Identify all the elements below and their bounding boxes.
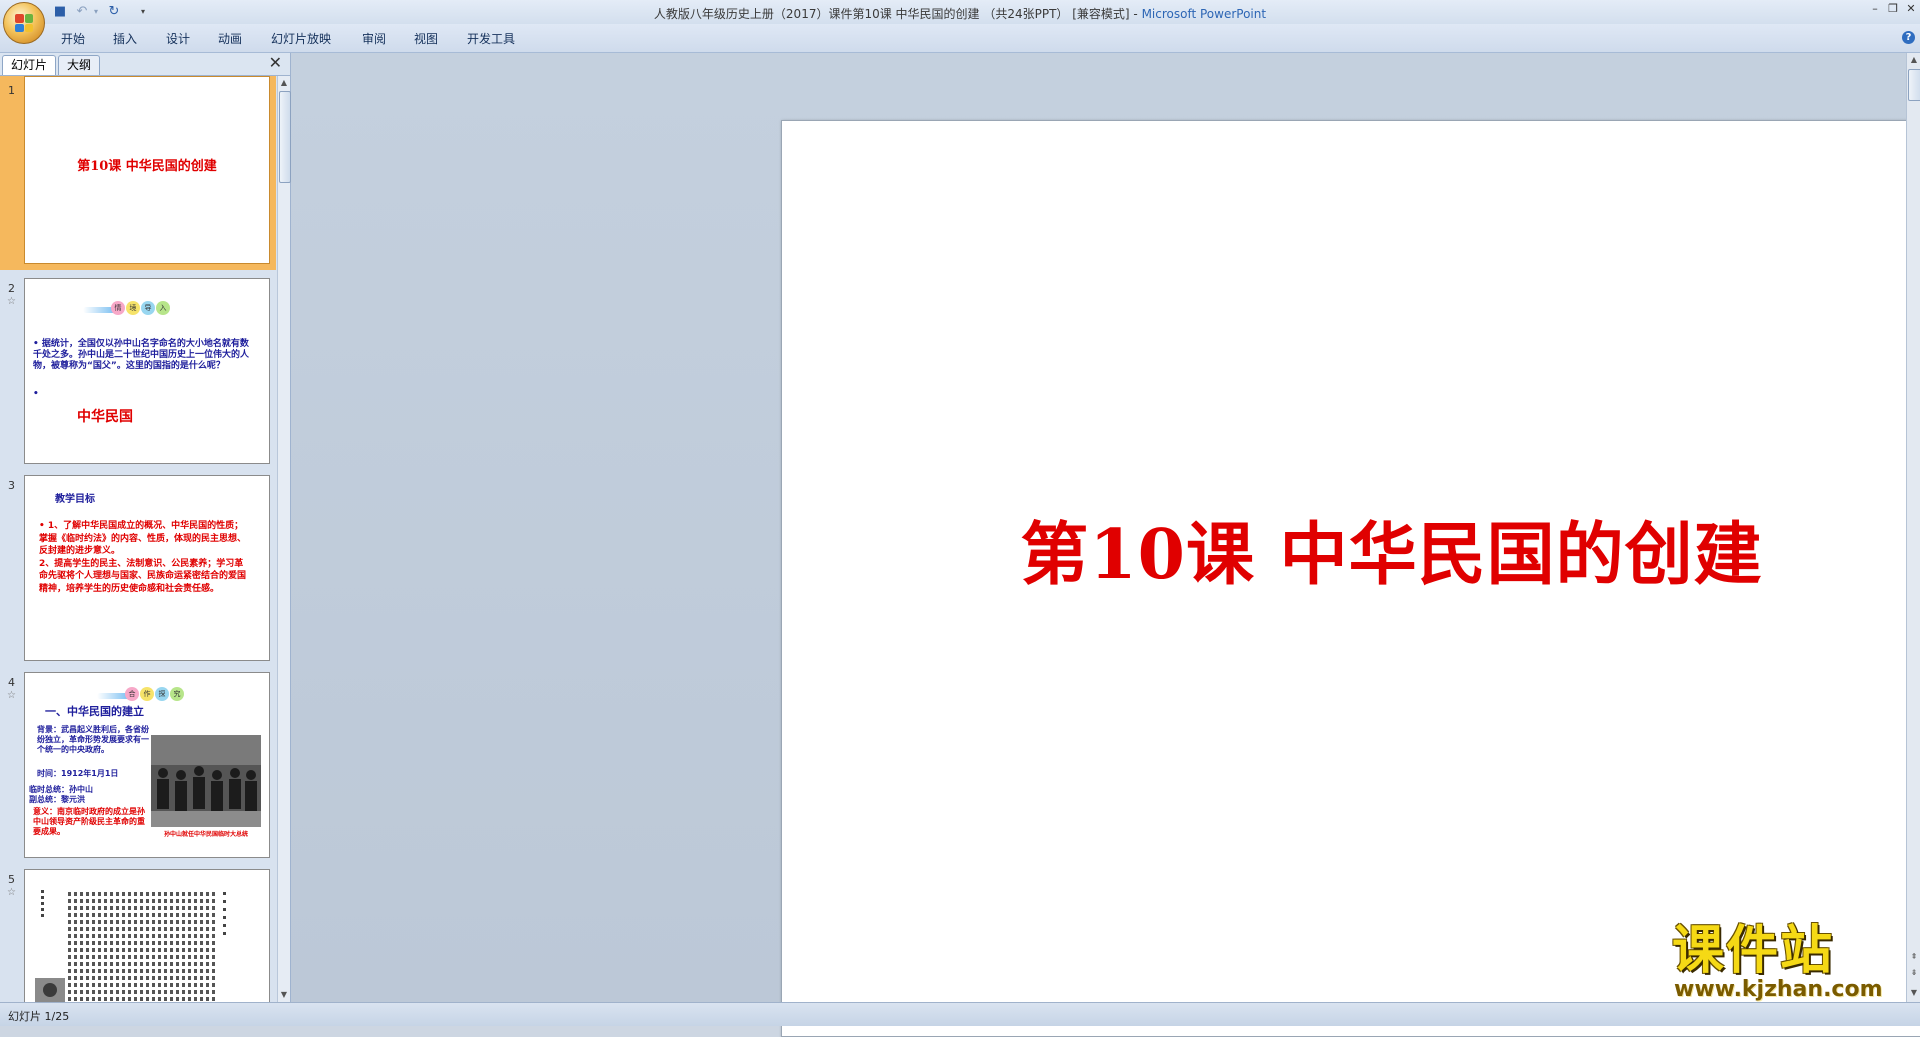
previous-slide-icon[interactable]: ⇞: [1907, 950, 1920, 964]
slide-thumbnail-row[interactable]: 5 ☆: [0, 865, 276, 1002]
panel-tabs: 幻灯片 大纲 ✕: [0, 53, 290, 76]
slide-number: 2: [8, 282, 15, 295]
slide-number: 4: [8, 676, 15, 689]
banner-char: 入: [156, 301, 170, 315]
thumb-meaning-text: 意义：南京临时政府的成立是孙中山领导资产阶级民主革命的重要成果。: [33, 807, 145, 836]
status-bar: 幻灯片 1/25: [0, 1002, 1920, 1026]
scroll-up-icon[interactable]: ▲: [278, 76, 290, 90]
slide-thumbnails: 1 第10课 中华民国的创建 2 ☆ 情 境 导 入 • 据统计，全国仅以孙中山…: [0, 76, 276, 1002]
slide-number: 3: [8, 479, 15, 492]
current-slide[interactable]: 第10课 中华民国的创建: [781, 120, 1920, 1037]
thumb-heading: 一、中华民国的建立: [45, 705, 144, 718]
banner-char: 作: [140, 687, 154, 701]
help-icon[interactable]: ?: [1902, 31, 1915, 44]
tab-developer[interactable]: 开发工具: [467, 30, 515, 47]
thumb-body-text: • 1、了解中华民国成立的概况、中华民国的性质；掌握《临时约法》的内容、性质，体…: [39, 521, 247, 594]
thumb-photo-caption: 孙中山就任中华民国临时大总统: [163, 831, 248, 838]
slide-thumbnail-1[interactable]: 第10课 中华民国的创建: [24, 76, 270, 264]
office-button[interactable]: [3, 2, 45, 44]
animation-star-icon: ☆: [7, 887, 16, 898]
slide-thumbnail-2[interactable]: 情 境 导 入 • 据统计，全国仅以孙中山名字命名的大小地名就有数千处之多。孙中…: [24, 278, 270, 464]
thumb-bullet: •: [33, 389, 39, 399]
scroll-thumb[interactable]: [1908, 69, 1920, 101]
title-bar: ■ ↶ ▾ ↻ ▾ 人教版八年级历史上册（2017）课件第10课 中华民国的创建…: [0, 0, 1920, 25]
watermark-title: 课件站: [1672, 921, 1835, 981]
slide-counter: 幻灯片 1/25: [8, 1010, 70, 1023]
close-icon[interactable]: ✕: [1902, 2, 1920, 16]
thumb-title: 第10课 中华民国的创建: [77, 159, 217, 174]
banner-char: 合: [125, 687, 139, 701]
slide-title[interactable]: 第10课 中华民国的创建: [782, 499, 1920, 598]
banner-char: 究: [170, 687, 184, 701]
document-title: 人教版八年级历史上册（2017）课件第10课 中华民国的创建 （共24张PPT）…: [653, 7, 1142, 21]
banner-char: 探: [155, 687, 169, 701]
watermark-logo: 课件站 www.kjzhan.com: [1672, 921, 1902, 1002]
banner-char: 情: [111, 301, 125, 315]
tab-outline[interactable]: 大纲: [58, 55, 101, 75]
restore-icon[interactable]: ❐: [1884, 2, 1902, 16]
banner-char: 境: [126, 301, 140, 315]
thumb-body-text: • 据统计，全国仅以孙中山名字命名的大小地名就有数千处之多。孙中山是二十世纪中国…: [33, 339, 250, 371]
tab-home[interactable]: 开始: [61, 30, 85, 47]
tab-review[interactable]: 审阅: [362, 30, 386, 47]
animation-star-icon: ☆: [7, 296, 16, 307]
scroll-thumb[interactable]: [279, 91, 291, 183]
slide-number: 1: [8, 84, 15, 97]
slide-editor: 第10课 中华民国的创建: [291, 53, 1920, 1037]
scroll-up-icon[interactable]: ▲: [1907, 53, 1920, 67]
slide-thumbnail-row[interactable]: 4 ☆ 合 作 探 究 一、中华民国的建立 背景：武昌起义胜利后，各省纷纷独立，…: [0, 668, 276, 860]
scroll-down-icon[interactable]: ▼: [1907, 986, 1920, 1000]
thumb-background-text: 背景：武昌起义胜利后，各省纷纷独立，革命形势发展要求有一个统一的中央政府。: [37, 725, 149, 754]
close-icon[interactable]: ✕: [269, 55, 282, 71]
tab-slides[interactable]: 幻灯片: [2, 55, 57, 75]
thumb-heading: 教学目标: [55, 494, 95, 505]
document-scan-image: [25, 870, 269, 1002]
editor-scrollbar[interactable]: ▲ ⇞ ⇟ ▼: [1906, 53, 1920, 1002]
slide-thumbnail-4[interactable]: 合 作 探 究 一、中华民国的建立 背景：武昌起义胜利后，各省纷纷独立，革命形势…: [24, 672, 270, 858]
thumb-photo: [151, 735, 261, 827]
slide-thumbnail-3[interactable]: 教学目标 • 1、了解中华民国成立的概况、中华民国的性质；掌握《临时约法》的内容…: [24, 475, 270, 661]
tab-insert[interactable]: 插入: [113, 30, 137, 47]
thumb-time-text: 时间：1912年1月1日: [37, 769, 119, 778]
app-name: Microsoft PowerPoint: [1141, 7, 1267, 21]
animation-star-icon: ☆: [7, 690, 16, 701]
section-banner: 情 境 导 入: [111, 301, 170, 315]
office-logo-icon: [15, 14, 33, 32]
tab-slideshow[interactable]: 幻灯片放映: [271, 30, 331, 47]
banner-char: 导: [141, 301, 155, 315]
slide-thumbnail-row[interactable]: 3 教学目标 • 1、了解中华民国成立的概况、中华民国的性质；掌握《临时约法》的…: [0, 471, 276, 663]
minimize-icon[interactable]: –: [1866, 2, 1884, 16]
tab-view[interactable]: 视图: [414, 30, 438, 47]
panel-scrollbar[interactable]: ▲ ▼: [277, 76, 291, 1002]
thumb-answer: 中华民国: [77, 409, 133, 425]
tab-animations[interactable]: 动画: [218, 30, 242, 47]
slide-thumbnail-row[interactable]: 1 第10课 中华民国的创建: [0, 76, 276, 270]
slide-number: 5: [8, 873, 15, 886]
crowd-photo-image: [151, 735, 261, 827]
watermark-url: www.kjzhan.com: [1674, 977, 1883, 1002]
slide-thumbnail-row[interactable]: 2 ☆ 情 境 导 入 • 据统计，全国仅以孙中山名字命名的大小地名就有数千处之…: [0, 274, 276, 466]
slides-panel: 幻灯片 大纲 ✕ 1 第10课 中华民国的创建 2 ☆ 情 境 导 入 • 据统…: [0, 53, 291, 1002]
ribbon-tab-row: 开始 插入 设计 动画 幻灯片放映 审阅 视图 开发工具 ?: [0, 24, 1920, 53]
scroll-down-icon[interactable]: ▼: [278, 988, 290, 1002]
tab-design[interactable]: 设计: [166, 30, 190, 47]
next-slide-icon[interactable]: ⇟: [1907, 966, 1920, 980]
window-title: 人教版八年级历史上册（2017）课件第10课 中华民国的创建 （共24张PPT）…: [0, 5, 1920, 22]
thumb-president-text: 临时总统：孙中山 副总统：黎元洪: [29, 785, 93, 804]
slide-thumbnail-5[interactable]: [24, 869, 270, 1002]
section-banner: 合 作 探 究: [125, 687, 184, 701]
